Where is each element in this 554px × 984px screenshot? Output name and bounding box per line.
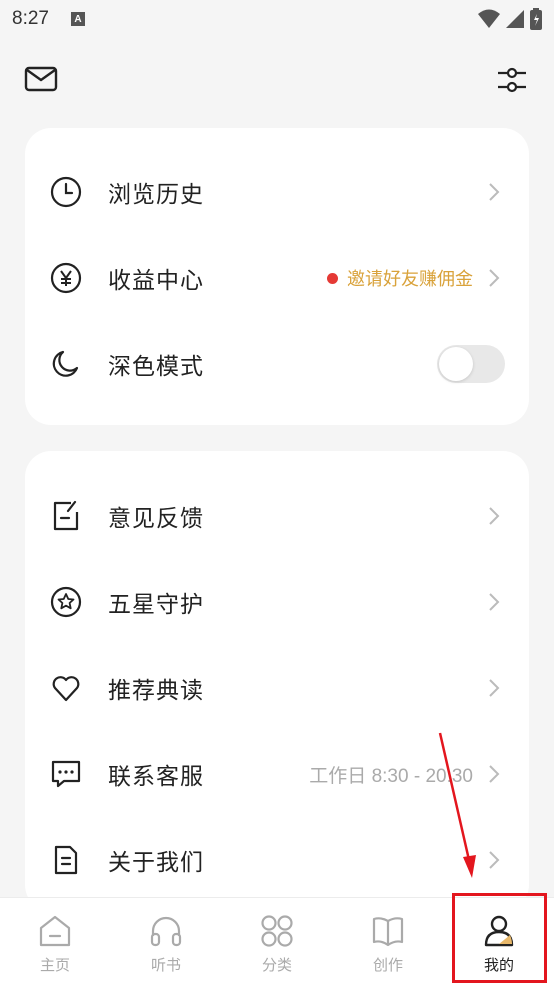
row-customer-service[interactable]: 联系客服 工作日 8:30 - 20:30	[25, 731, 529, 817]
tab-home[interactable]: 主页	[0, 898, 110, 984]
chevron-right-icon	[489, 765, 500, 783]
row-earnings-center[interactable]: 收益中心 邀请好友赚佣金	[25, 235, 529, 321]
tab-create[interactable]: 创作	[333, 898, 443, 984]
status-time: 8:27	[12, 8, 49, 29]
battery-icon	[530, 8, 542, 30]
clock-icon	[49, 175, 83, 209]
annotation-highlight-box	[452, 893, 547, 983]
chat-icon	[49, 757, 83, 791]
tab-label: 分类	[261, 956, 292, 974]
dark-mode-toggle[interactable]	[437, 345, 505, 383]
chevron-right-icon	[489, 269, 500, 287]
sliders-icon[interactable]	[496, 64, 528, 100]
signal-icon	[506, 10, 524, 28]
settings-card-2: 意见反馈 五星守护 推荐典读 联系客服 工作日 8:30 - 20:30 关于我…	[25, 451, 529, 911]
invite-promo[interactable]: 邀请好友赚佣金	[327, 265, 473, 291]
grid-icon	[261, 915, 293, 947]
invite-promo-text: 邀请好友赚佣金	[347, 269, 473, 290]
row-five-star[interactable]: 五星守护	[25, 559, 529, 645]
row-label: 浏览历史	[108, 182, 204, 208]
service-hours: 工作日 8:30 - 20:30	[309, 765, 473, 787]
status-bar: 8:27 A	[0, 0, 554, 38]
chevron-right-icon	[489, 507, 500, 525]
moon-icon	[49, 347, 83, 381]
toggle-knob	[439, 347, 473, 381]
tab-label: 主页	[39, 956, 70, 974]
row-browse-history[interactable]: 浏览历史	[25, 149, 529, 235]
row-label: 五星守护	[108, 592, 204, 618]
row-label: 关于我们	[108, 850, 204, 876]
heart-icon	[49, 671, 83, 705]
row-dark-mode: 深色模式	[25, 321, 529, 407]
tab-label: 创作	[372, 956, 403, 974]
tab-label: 听书	[150, 956, 181, 974]
wifi-icon	[478, 9, 500, 28]
row-label: 联系客服	[108, 764, 204, 790]
row-feedback[interactable]: 意见反馈	[25, 473, 529, 559]
row-label: 推荐典读	[108, 678, 204, 704]
settings-card-1: 浏览历史 收益中心 邀请好友赚佣金 深色模式	[25, 128, 529, 425]
row-about-us[interactable]: 关于我们	[25, 817, 529, 903]
row-label: 深色模式	[108, 354, 204, 380]
chevron-right-icon	[489, 593, 500, 611]
row-label: 意见反馈	[108, 506, 204, 532]
chevron-right-icon	[489, 183, 500, 201]
red-dot-badge	[327, 272, 338, 284]
home-icon	[39, 915, 71, 947]
book-icon	[372, 917, 404, 947]
notification-icon: A	[70, 12, 85, 26]
yen-icon	[49, 261, 83, 295]
tab-listen[interactable]: 听书	[111, 898, 221, 984]
feedback-icon	[49, 499, 83, 533]
tab-category[interactable]: 分类	[222, 898, 332, 984]
status-indicators	[478, 8, 542, 30]
row-label: 收益中心	[108, 268, 204, 294]
mail-icon[interactable]	[24, 66, 58, 96]
document-icon	[49, 843, 83, 877]
star-icon	[49, 585, 83, 619]
row-recommend[interactable]: 推荐典读	[25, 645, 529, 731]
headphones-icon	[150, 916, 182, 947]
chevron-right-icon	[489, 679, 500, 697]
chevron-right-icon	[489, 851, 500, 869]
